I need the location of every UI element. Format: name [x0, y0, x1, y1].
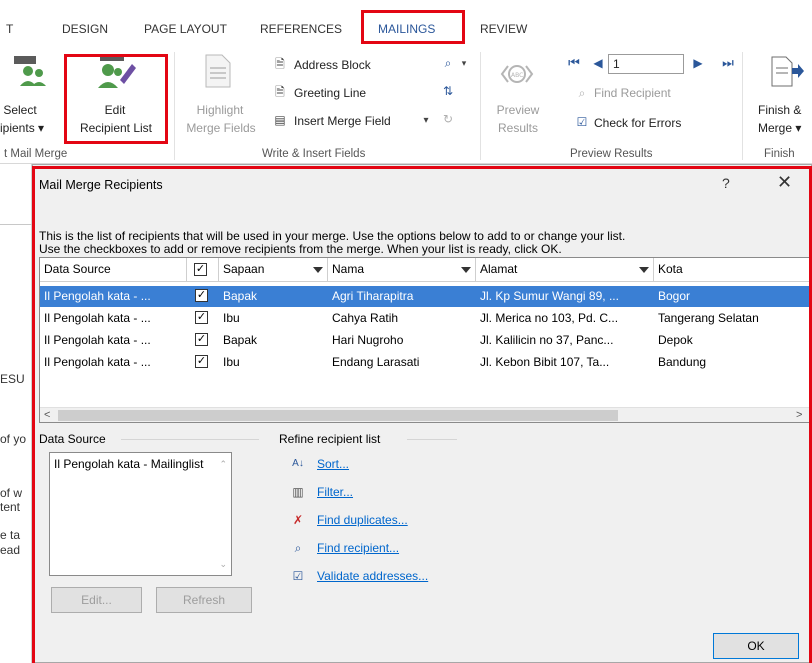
mailings-tab-highlight-box — [361, 10, 465, 44]
greeting-line-icon: 🗎 — [275, 85, 285, 99]
preview-label-1: Preview — [496, 103, 540, 117]
document-background: ESU of yo of w tent e ta ead — [0, 164, 32, 663]
tab-page-layout[interactable]: PAGE LAYOUT — [144, 22, 227, 36]
tab-references[interactable]: REFERENCES — [260, 22, 342, 36]
tab-design[interactable]: DESIGN — [62, 22, 108, 36]
insert-merge-field-icon: ▤ — [274, 113, 286, 127]
highlight-label-1: Highlight — [196, 103, 244, 117]
preview-results-icon: ABC — [500, 65, 534, 83]
select-recipients-label-2: ipients ▾ — [0, 121, 45, 135]
finish-merge-icon — [771, 56, 804, 87]
group-label-start-mail-merge: t Mail Merge — [4, 148, 68, 160]
find-recipient-icon: ⌕ — [578, 86, 586, 100]
insert-merge-field-button[interactable]: Insert Merge Field — [294, 114, 391, 128]
rules-dropdown-icon[interactable]: ▾ — [456, 56, 472, 70]
finish-label-2: Merge ▾ — [758, 121, 802, 135]
group-label-preview: Preview Results — [570, 148, 653, 160]
greeting-line-button[interactable]: Greeting Line — [294, 86, 366, 100]
select-recipients-icon — [14, 56, 46, 86]
doc-text-fragment: ESU — [0, 372, 25, 386]
first-record-icon[interactable]: ⏮ — [566, 56, 582, 70]
group-label-finish: Finish — [764, 148, 795, 160]
address-block-icon: 🗎 — [275, 57, 285, 71]
preview-label-2: Results — [497, 121, 538, 135]
find-recipient-ribbon-button[interactable]: Find Recipient — [594, 86, 671, 100]
record-number-input[interactable]: 1 — [608, 54, 684, 74]
doc-text-fragment: of w — [0, 486, 23, 500]
previous-record-icon[interactable]: ◀ — [590, 56, 606, 70]
address-block-button[interactable]: Address Block — [294, 58, 371, 72]
ribbon-mailings: Select ipients ▾ Edit Recipient List t M… — [0, 44, 812, 164]
finish-label-1: Finish & — [758, 103, 802, 117]
next-record-icon[interactable]: ▶ — [690, 56, 706, 70]
doc-text-fragment: tent — [0, 500, 21, 514]
doc-text-fragment: e ta — [0, 528, 21, 542]
group-separator — [742, 52, 743, 160]
last-record-icon[interactable]: ⏭ — [720, 56, 736, 70]
group-separator — [480, 52, 481, 160]
doc-text-fragment: ead — [0, 543, 21, 557]
svg-text:ABC: ABC — [511, 72, 523, 79]
group-separator — [174, 52, 175, 160]
check-errors-icon: ☑ — [576, 115, 588, 129]
tab-file-partial[interactable]: T — [6, 22, 13, 36]
match-fields-icon[interactable]: ⇅ — [440, 84, 456, 98]
rules-icon[interactable]: ⌕ — [440, 56, 456, 70]
highlight-label-2: Merge Fields — [186, 121, 256, 135]
update-labels-icon[interactable]: ↻ — [440, 112, 456, 126]
insert-merge-field-dropdown-icon[interactable]: ▾ — [418, 114, 434, 128]
tab-review[interactable]: REVIEW — [480, 22, 527, 36]
doc-text-fragment: of yo — [0, 432, 27, 446]
edit-list-highlight-box — [64, 54, 168, 144]
dialog-highlight-box — [32, 166, 812, 663]
doc-ruler-line — [0, 224, 32, 225]
group-label-write-insert: Write & Insert Fields — [262, 148, 366, 160]
select-recipients-label-1: Select — [3, 103, 37, 117]
check-errors-button[interactable]: Check for Errors — [594, 116, 681, 130]
highlight-fields-icon — [205, 54, 231, 88]
